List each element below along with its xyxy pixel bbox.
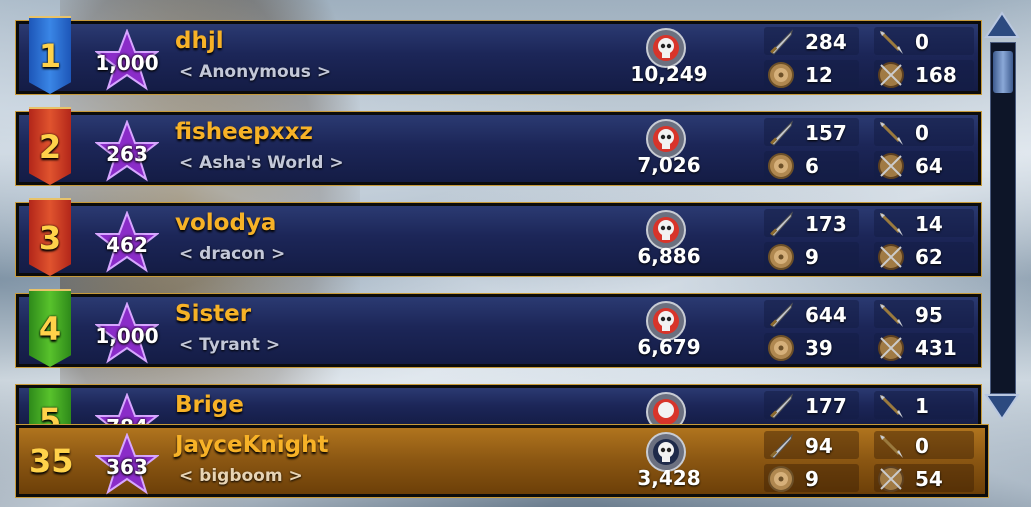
rank-banner: 3 [29,198,71,276]
spear-count: 1 [915,394,929,418]
player-name: Brige [175,392,244,418]
player-name: volodya [175,210,277,236]
score-value: 10,249 [630,62,708,86]
spear-icon [879,394,903,418]
target-shield-icon [878,335,904,361]
spear-count: 0 [915,30,929,54]
spear-icon [879,212,903,236]
scroll-thumb[interactable] [993,51,1013,93]
rank-banner: 5 [29,388,71,427]
sword-icon [770,302,793,328]
guild-name: < bigboom > [179,466,303,486]
spear-icon [879,121,903,145]
sword-icon [770,211,793,237]
guild-name: < Tyrant > [179,335,281,355]
scrollbar[interactable] [983,10,1021,422]
shield-icon [768,335,794,361]
spear-icon [879,434,903,458]
sword-count: 284 [805,30,847,54]
shield-icon [768,466,794,492]
rank-banner: 1 [29,16,71,94]
shield-count: 39 [805,336,833,360]
score-value: 6,886 [637,244,701,268]
level-star-icon: 263 [95,120,159,182]
spear-count: 0 [915,434,929,458]
sword-count: 157 [805,121,847,145]
spear-icon [879,303,903,327]
leaderboard-row[interactable]: 1 1,000 dhjl < Anonymous > 10,249 284 0 … [15,16,982,95]
level-value: 462 [106,233,148,257]
score-value: 7,026 [637,153,701,177]
rank-label: 35 [29,442,74,480]
spear-icon [879,30,903,54]
target-count: 168 [915,63,957,87]
sword-icon [770,29,793,55]
level-star-icon: 462 [95,211,159,273]
level-value: 363 [106,455,148,479]
target-count: 54 [915,467,943,491]
shield-icon [768,153,794,179]
target-shield-icon [878,153,904,179]
target-shield-icon [878,244,904,270]
player-name: dhjl [175,28,224,54]
level-star-icon: 1,000 [95,302,159,364]
rank-banner: 4 [29,289,71,367]
leaderboard-row[interactable]: 3 462 volodya < dracon > 6,886 173 14 9 … [15,198,982,277]
shield-count: 12 [805,63,833,87]
scroll-up-arrow-icon[interactable] [983,10,1021,40]
sword-count: 177 [805,394,847,418]
guild-name: < Anonymous > [179,62,332,82]
current-player-row[interactable]: 35 363 JayceKnight < bigboom > 3,428 94 … [15,424,989,498]
guild-name: < Asha's World > [179,153,344,173]
level-value: 1,000 [95,324,159,348]
rank-banner: 2 [29,107,71,185]
target-count: 431 [915,336,957,360]
target-shield-icon [878,62,904,88]
leaderboard-row[interactable]: 5 784 Brige 177 1 [15,384,982,431]
level-star-icon: 363 [95,433,159,495]
score-value: 6,679 [637,335,701,359]
target-count: 62 [915,245,943,269]
sword-icon [770,433,793,459]
spear-count: 14 [915,212,943,236]
player-name: Sister [175,301,252,327]
level-value: 263 [106,142,148,166]
sword-count: 173 [805,212,847,236]
player-name: fisheepxxz [175,119,313,145]
scroll-track[interactable] [990,42,1016,394]
spear-count: 95 [915,303,943,327]
sword-icon [770,393,793,419]
shield-count: 9 [805,467,819,491]
level-value: 1,000 [95,51,159,75]
target-count: 64 [915,154,943,178]
guild-name: < dracon > [179,244,286,264]
level-star-icon: 1,000 [95,29,159,91]
shield-count: 9 [805,245,819,269]
leaderboard-row[interactable]: 2 263 fisheepxxz < Asha's World > 7,026 … [15,107,982,186]
sword-count: 644 [805,303,847,327]
shield-icon [768,244,794,270]
player-name: JayceKnight [175,432,329,458]
shield-count: 6 [805,154,819,178]
sword-count: 94 [805,434,833,458]
spear-count: 0 [915,121,929,145]
leaderboard-row[interactable]: 4 1,000 Sister < Tyrant > 6,679 644 95 3… [15,289,982,368]
scroll-down-arrow-icon[interactable] [983,392,1021,422]
target-shield-icon [878,466,904,492]
shield-icon [768,62,794,88]
sword-icon [770,120,793,146]
score-value: 3,428 [637,466,701,490]
